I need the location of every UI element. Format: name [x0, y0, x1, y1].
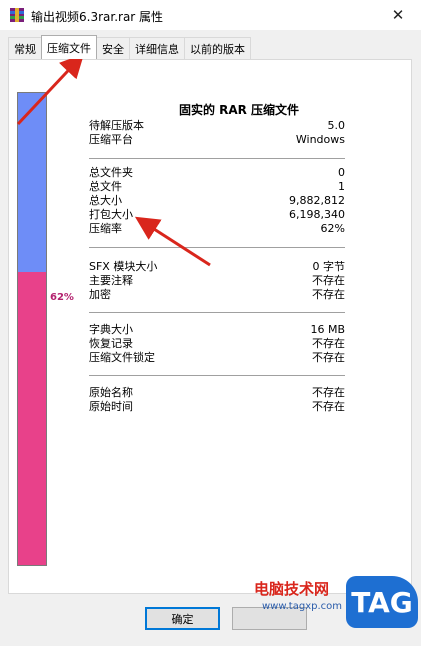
close-button[interactable]: ✕ [375, 0, 421, 30]
info-row: 原始名称 不存在 [89, 386, 345, 400]
original-group: 原始名称 不存在 原始时间 不存在 [89, 386, 345, 414]
info-row: 总文件 1 [89, 180, 345, 194]
row-value: 16 MB [310, 323, 345, 336]
row-label: 恢复记录 [89, 337, 133, 350]
row-label: 待解压版本 [89, 119, 144, 132]
ok-button[interactable]: 确定 [145, 607, 220, 630]
size-group: 总文件夹 0 总文件 1 总大小 9,882,812 打包大小 6,198,340 压缩… [89, 166, 345, 236]
bar-free-segment [18, 93, 46, 273]
watermark-site-name: 电脑技术网 [254, 580, 330, 598]
archive-type-title: 固实的 RAR 压缩文件 [178, 103, 300, 117]
info-row: 打包大小 6,198,340 [89, 208, 345, 222]
version-group: 待解压版本 5.0 压缩平台 Windows [89, 119, 345, 147]
row-label: 打包大小 [89, 208, 133, 221]
tab-archive[interactable]: 压缩文件 [41, 35, 97, 59]
row-value: Windows [295, 133, 345, 146]
archive-panel: 62% 固实的 RAR 压缩文件 待解压版本 5.0 压缩平台 Windows 总文… [8, 59, 412, 594]
row-value: 0 [338, 166, 345, 179]
row-label: 总文件夹 [89, 166, 133, 179]
row-value: 1 [338, 180, 345, 193]
info-row: 总文件夹 0 [89, 166, 345, 180]
row-label: 总大小 [89, 194, 122, 207]
info-row: 总大小 9,882,812 [89, 194, 345, 208]
row-label: 原始时间 [89, 400, 133, 413]
dictionary-group: 字典大小 16 MB 恢复记录 不存在 压缩文件锁定 不存在 [89, 323, 345, 365]
tab-strip: 常规 压缩文件 安全 详细信息 以前的版本 [8, 35, 251, 59]
divider [89, 247, 345, 248]
info-row: 加密 不存在 [89, 288, 345, 302]
row-value: 不存在 [312, 351, 345, 364]
divider [89, 375, 345, 376]
row-value: 不存在 [312, 386, 345, 399]
info-row: 恢复记录 不存在 [89, 337, 345, 351]
bar-used-segment [18, 272, 46, 565]
info-row: SFX 模块大小 0 字节 [89, 260, 345, 274]
tab-general[interactable]: 常规 [8, 37, 42, 59]
row-value: 6,198,340 [289, 208, 345, 221]
divider [89, 158, 345, 159]
row-value: 0 字节 [312, 260, 346, 273]
watermark-logo: TAG [346, 576, 418, 628]
row-label: 总文件 [89, 180, 122, 193]
row-label: 压缩平台 [89, 133, 133, 146]
row-label: 字典大小 [89, 323, 133, 336]
row-label: SFX 模块大小 [89, 260, 158, 273]
info-row: 待解压版本 5.0 [89, 119, 345, 133]
row-value: 不存在 [312, 337, 345, 350]
sfx-group: SFX 模块大小 0 字节 主要注释 不存在 加密 不存在 [89, 260, 345, 302]
compression-ratio-bar [17, 92, 47, 566]
row-value: 不存在 [312, 400, 345, 413]
tab-details[interactable]: 详细信息 [129, 37, 185, 59]
info-row: 压缩率 62% [89, 222, 345, 236]
row-label: 原始名称 [89, 386, 133, 399]
watermark-url: www.tagxp.com [262, 601, 342, 612]
row-value: 不存在 [312, 288, 345, 301]
row-label: 加密 [89, 288, 111, 301]
info-row: 压缩平台 Windows [89, 133, 345, 147]
divider [89, 312, 345, 313]
row-label: 压缩率 [89, 222, 122, 235]
ratio-percent-label: 62% [50, 292, 74, 303]
row-value: 不存在 [312, 274, 345, 287]
row-value: 5.0 [327, 119, 346, 132]
tab-security[interactable]: 安全 [96, 37, 130, 59]
tab-previous-versions[interactable]: 以前的版本 [184, 37, 251, 59]
window-title: 输出视频6.3rar.rar 属性 [31, 10, 164, 24]
info-row: 压缩文件锁定 不存在 [89, 351, 345, 365]
info-row: 原始时间 不存在 [89, 400, 345, 414]
title-bar: 输出视频6.3rar.rar 属性 ✕ [0, 0, 421, 30]
row-value: 62% [320, 222, 345, 235]
row-value: 9,882,812 [289, 194, 345, 207]
info-row: 字典大小 16 MB [89, 323, 345, 337]
row-label: 压缩文件锁定 [89, 351, 155, 364]
dialog-body: 常规 压缩文件 安全 详细信息 以前的版本 62% 固实的 RAR 压缩文件 待… [0, 30, 421, 646]
winrar-icon [10, 8, 24, 22]
row-label: 主要注释 [89, 274, 133, 287]
info-row: 主要注释 不存在 [89, 274, 345, 288]
